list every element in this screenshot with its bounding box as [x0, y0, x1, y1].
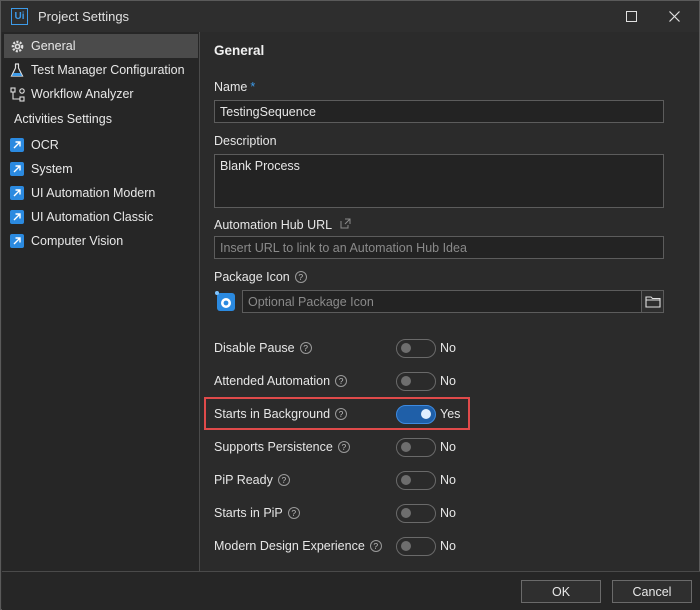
sidebar-item-general[interactable]: General — [4, 34, 198, 58]
required-marker: * — [250, 80, 256, 94]
cancel-button[interactable]: Cancel — [612, 580, 692, 603]
package-icon-label-text: Package Icon — [214, 270, 290, 284]
gear-icon — [9, 38, 25, 54]
sidebar-item-ocr[interactable]: OCR — [4, 133, 198, 157]
project-settings-window: Ui Project Settings General Test Manager… — [0, 0, 700, 610]
dialog-footer: OK Cancel — [2, 571, 700, 610]
toggle-label: PiP Ready? — [214, 473, 290, 487]
activity-package-icon — [9, 137, 25, 153]
toggle-value: No — [440, 473, 456, 487]
sidebar-item-test-manager[interactable]: Test Manager Configuration — [4, 58, 198, 82]
description-label: Description — [214, 134, 277, 148]
browse-folder-button[interactable] — [641, 290, 664, 313]
sidebar-item-label: Workflow Analyzer — [31, 87, 134, 101]
flask-icon — [9, 62, 25, 78]
automation-hub-label: Automation Hub URL — [214, 218, 351, 232]
sidebar-item-ui-automation-classic[interactable]: UI Automation Classic — [4, 205, 198, 229]
close-button[interactable] — [654, 1, 694, 32]
starts-in-pip-toggle[interactable] — [396, 503, 436, 523]
toggle-label-text: Starts in PiP — [214, 506, 283, 520]
name-label: Name * — [214, 80, 255, 94]
toggle-value: No — [440, 506, 456, 520]
page-title: General — [214, 43, 265, 58]
toggle-row-attended-automation: Attended Automation? No — [214, 370, 674, 392]
maximize-icon — [625, 11, 637, 22]
toggle-value: No — [440, 440, 456, 454]
sidebar-item-label: UI Automation Modern — [31, 186, 156, 200]
sidebar-item-label: OCR — [31, 138, 59, 152]
sidebar-item-label: System — [31, 162, 73, 176]
ok-button[interactable]: OK — [521, 580, 601, 603]
folder-icon — [644, 296, 661, 308]
maximize-button[interactable] — [611, 1, 651, 32]
toggle-row-pip-ready: PiP Ready? No — [214, 469, 674, 491]
toggle-label: Starts in PiP? — [214, 506, 300, 520]
window-title: Project Settings — [38, 9, 130, 24]
toggle-label: Attended Automation? — [214, 374, 348, 388]
sidebar-item-label: Computer Vision — [31, 234, 124, 248]
help-icon[interactable]: ? — [369, 540, 382, 552]
activity-package-icon — [9, 233, 25, 249]
toggle-row-supports-persistence: Supports Persistence? No — [214, 436, 674, 458]
toggle-label: Supports Persistence? — [214, 440, 350, 454]
toggle-row-starts-in-background: Starts in Background? Yes — [214, 403, 674, 425]
title-bar: Ui Project Settings — [1, 1, 699, 32]
help-icon[interactable]: ? — [299, 342, 312, 354]
toggle-row-modern-design-experience: Modern Design Experience? No — [214, 535, 674, 557]
pip-ready-toggle[interactable] — [396, 470, 436, 490]
sidebar-item-label: Test Manager Configuration — [31, 63, 185, 77]
attended-automation-toggle[interactable] — [396, 371, 436, 391]
sidebar-item-computer-vision[interactable]: Computer Vision — [4, 229, 198, 253]
name-label-text: Name — [214, 80, 248, 94]
starts-in-background-toggle[interactable] — [396, 404, 436, 424]
activity-package-icon — [9, 161, 25, 177]
toggle-value: No — [440, 341, 456, 355]
settings-sidebar: General Test Manager Configuration Workf… — [2, 32, 200, 571]
toggle-value: No — [440, 539, 456, 553]
close-icon — [668, 11, 680, 22]
toggle-label-text: Supports Persistence — [214, 440, 333, 454]
workflow-icon — [9, 86, 25, 102]
modern-design-experience-toggle[interactable] — [396, 536, 436, 556]
toggle-label-text: Attended Automation — [214, 374, 331, 388]
toggle-label: Starts in Background? — [214, 407, 348, 421]
automation-hub-label-text: Automation Hub URL — [214, 218, 333, 232]
general-settings-panel: General Name * TestingSequence Descripti… — [201, 32, 699, 571]
package-icon-label: Package Icon ? — [214, 270, 307, 284]
help-icon[interactable]: ? — [335, 408, 348, 420]
toggle-label-text: Disable Pause — [214, 341, 295, 355]
disable-pause-toggle[interactable] — [396, 338, 436, 358]
name-input[interactable]: TestingSequence — [214, 100, 664, 123]
activities-settings-heading: Activities Settings — [14, 112, 112, 126]
sidebar-item-system[interactable]: System — [4, 157, 198, 181]
sidebar-item-label: General — [31, 39, 76, 53]
help-icon[interactable]: ? — [287, 507, 300, 519]
help-icon[interactable]: ? — [277, 474, 290, 486]
description-textarea[interactable]: Blank Process — [214, 154, 664, 208]
activity-package-icon — [9, 209, 25, 225]
toggle-label: Modern Design Experience? — [214, 539, 382, 553]
automation-hub-url-input[interactable]: Insert URL to link to an Automation Hub … — [214, 236, 664, 259]
toggle-value: No — [440, 374, 456, 388]
sidebar-item-label: UI Automation Classic — [31, 210, 154, 224]
supports-persistence-toggle[interactable] — [396, 437, 436, 457]
toggle-label: Disable Pause? — [214, 341, 312, 355]
help-icon[interactable]: ? — [294, 271, 307, 283]
uipath-logo-icon: Ui — [11, 8, 28, 25]
activity-package-icon — [9, 185, 25, 201]
toggle-row-starts-in-pip: Starts in PiP? No — [214, 502, 674, 524]
toggle-label-text: PiP Ready — [214, 473, 273, 487]
toggle-label-text: Starts in Background — [214, 407, 331, 421]
sidebar-item-workflow-analyzer[interactable]: Workflow Analyzer — [4, 82, 198, 106]
help-icon[interactable]: ? — [335, 375, 348, 387]
toggle-row-disable-pause: Disable Pause? No — [214, 337, 674, 359]
toggle-label-text: Modern Design Experience — [214, 539, 365, 553]
help-icon[interactable]: ? — [337, 441, 350, 453]
package-icon-input[interactable]: Optional Package Icon — [242, 290, 642, 313]
toggle-value: Yes — [440, 407, 461, 421]
sidebar-item-ui-automation-modern[interactable]: UI Automation Modern — [4, 181, 198, 205]
package-icon-preview — [214, 290, 236, 312]
external-link-icon[interactable] — [340, 218, 351, 232]
